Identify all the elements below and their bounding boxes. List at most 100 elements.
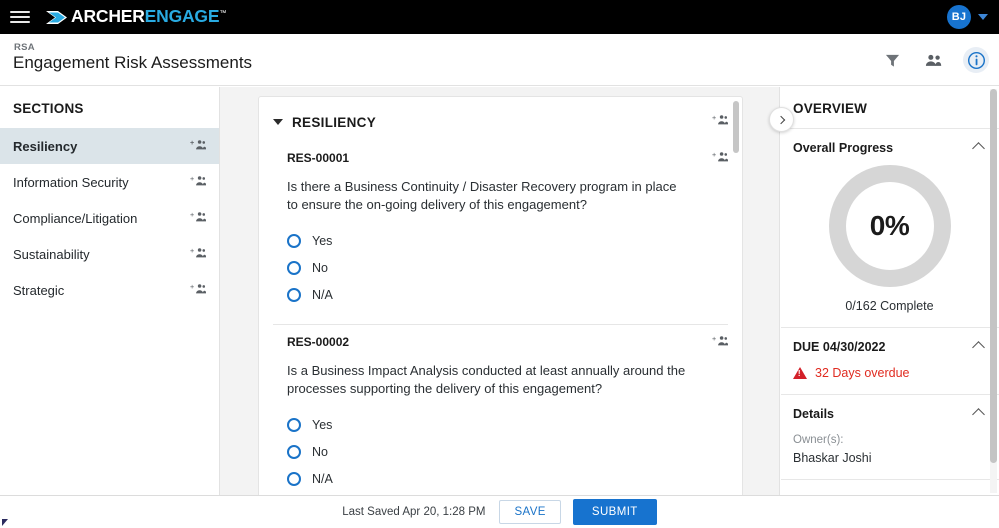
answer-options: Yes No N/A bbox=[287, 411, 728, 492]
radio-option-yes[interactable]: Yes bbox=[287, 227, 728, 254]
sidebar-item-label: Compliance/Litigation bbox=[13, 210, 138, 226]
radio-label: N/A bbox=[312, 471, 333, 486]
radio-option-yes[interactable]: Yes bbox=[287, 411, 728, 438]
logo-archer-text: ARCHER bbox=[71, 6, 145, 27]
top-navigation-bar: ARCHERENGAGE™ BJ bbox=[0, 0, 999, 34]
add-people-icon[interactable]: + bbox=[712, 150, 729, 168]
question-text: Is a Business Impact Analysis conducted … bbox=[287, 363, 686, 396]
radio-button[interactable] bbox=[287, 260, 301, 275]
chevron-up-icon[interactable] bbox=[972, 407, 985, 421]
chevron-down-icon[interactable] bbox=[978, 14, 988, 20]
warning-icon bbox=[793, 367, 807, 379]
sidebar-item-strategic[interactable]: Strategic + bbox=[0, 272, 219, 308]
chevron-up-icon[interactable] bbox=[972, 141, 985, 155]
mouse-cursor bbox=[2, 519, 8, 526]
radio-button[interactable] bbox=[287, 444, 301, 459]
breadcrumb: RSA bbox=[14, 42, 35, 53]
sidebar-item-sustainability[interactable]: Sustainability + bbox=[0, 236, 219, 272]
sidebar-item-label: Resiliency bbox=[13, 138, 78, 154]
radio-button[interactable] bbox=[287, 471, 301, 486]
questionnaire-content: RESILIENCY + RES-00001 + Is there a Busi… bbox=[220, 87, 780, 500]
archer-arrow-icon bbox=[46, 10, 67, 24]
answer-options: Yes No N/A bbox=[287, 227, 728, 308]
add-people-icon[interactable]: + bbox=[190, 282, 207, 298]
info-icon[interactable] bbox=[963, 47, 989, 73]
logo-trademark: ™ bbox=[219, 10, 227, 18]
page-title: Engagement Risk Assessments bbox=[13, 53, 253, 72]
radio-label: Yes bbox=[312, 233, 333, 248]
progress-title: Overall Progress bbox=[793, 141, 894, 155]
sidebar-item-compliance-litigation[interactable]: Compliance/Litigation + bbox=[0, 200, 219, 236]
save-button[interactable]: SAVE bbox=[499, 500, 561, 524]
due-date-title: DUE 04/30/2022 bbox=[793, 340, 886, 354]
add-people-icon[interactable]: + bbox=[190, 246, 207, 262]
people-icon[interactable] bbox=[921, 47, 947, 73]
sidebar-item-information-security[interactable]: Information Security + bbox=[0, 164, 219, 200]
svg-text:+: + bbox=[190, 283, 194, 291]
content-scrollbar[interactable] bbox=[733, 101, 739, 497]
owner-label: Owner(s): bbox=[793, 434, 844, 446]
sidebar-item-label: Strategic bbox=[13, 282, 65, 298]
chevron-down-icon[interactable] bbox=[273, 119, 283, 125]
logo-engage-text: ENGAGE bbox=[144, 6, 220, 27]
details-block: Details Owner(s): Bhaskar Joshi bbox=[781, 395, 999, 480]
section-title: RESILIENCY bbox=[292, 114, 377, 130]
owner-value: Bhaskar Joshi bbox=[793, 451, 872, 465]
svg-text:+: + bbox=[712, 114, 716, 122]
overview-heading: OVERVIEW bbox=[781, 87, 999, 129]
panel-scrollbar[interactable] bbox=[990, 89, 997, 493]
action-bar: Last Saved Apr 20, 1:28 PM SAVE SUBMIT bbox=[0, 495, 999, 528]
hamburger-menu-icon[interactable] bbox=[10, 9, 30, 25]
scrollbar-thumb[interactable] bbox=[733, 101, 739, 153]
question-item: RES-00001 + Is there a Business Continui… bbox=[259, 141, 742, 324]
radio-option-no[interactable]: No bbox=[287, 438, 728, 465]
radio-label: N/A bbox=[312, 287, 333, 302]
radio-option-na[interactable]: N/A bbox=[287, 465, 728, 492]
radio-button[interactable] bbox=[287, 233, 301, 248]
due-date-block: DUE 04/30/2022 32 Days overdue bbox=[781, 328, 999, 395]
radio-label: No bbox=[312, 260, 328, 275]
avatar[interactable]: BJ bbox=[947, 5, 971, 29]
sidebar-heading: SECTIONS bbox=[13, 101, 84, 116]
panel-collapse-toggle[interactable] bbox=[769, 107, 794, 132]
question-text: Is there a Business Continuity / Disaste… bbox=[287, 179, 677, 212]
radio-button[interactable] bbox=[287, 417, 301, 432]
page-header: RSA Engagement Risk Assessments bbox=[0, 34, 999, 86]
filter-icon[interactable] bbox=[879, 47, 905, 73]
radio-option-no[interactable]: No bbox=[287, 254, 728, 281]
progress-complete-label: 0/162 Complete bbox=[845, 299, 934, 313]
radio-option-na[interactable]: N/A bbox=[287, 281, 728, 308]
chevron-up-icon[interactable] bbox=[972, 340, 985, 354]
add-people-icon[interactable]: + bbox=[190, 210, 207, 226]
radio-label: No bbox=[312, 444, 328, 459]
add-people-icon[interactable]: + bbox=[190, 138, 207, 154]
chevron-right-icon bbox=[776, 115, 785, 124]
overdue-status: 32 Days overdue bbox=[793, 366, 986, 380]
add-people-icon[interactable]: + bbox=[712, 113, 729, 131]
question-item: RES-00002 + Is a Business Impact Analysi… bbox=[259, 325, 742, 499]
sidebar-item-label: Information Security bbox=[13, 174, 129, 190]
scrollbar-thumb[interactable] bbox=[990, 89, 997, 463]
header-actions bbox=[879, 34, 989, 86]
overall-progress-block: Overall Progress 0% 0/162 Complete bbox=[781, 129, 999, 328]
question-id: RES-00002 bbox=[287, 335, 350, 349]
radio-label: Yes bbox=[312, 417, 333, 432]
submit-button[interactable]: SUBMIT bbox=[572, 499, 657, 525]
archer-engage-logo[interactable]: ARCHERENGAGE™ bbox=[46, 8, 226, 26]
question-id: RES-00001 bbox=[287, 151, 350, 165]
add-people-icon[interactable]: + bbox=[190, 174, 207, 190]
section-header: RESILIENCY + bbox=[259, 97, 742, 141]
progress-donut-chart: 0% bbox=[793, 165, 986, 287]
user-menu[interactable]: BJ bbox=[947, 0, 991, 34]
svg-text:+: + bbox=[190, 139, 194, 147]
radio-button[interactable] bbox=[287, 287, 301, 302]
app-window: ARCHERENGAGE™ BJ RSA Engagement Risk Ass… bbox=[0, 0, 999, 528]
add-people-icon[interactable]: + bbox=[712, 334, 729, 352]
sections-sidebar: SECTIONS Resiliency + Information Securi… bbox=[0, 87, 220, 495]
sidebar-item-resiliency[interactable]: Resiliency + bbox=[0, 128, 219, 164]
svg-text:+: + bbox=[712, 151, 716, 159]
last-saved-text: Last Saved Apr 20, 1:28 PM bbox=[342, 506, 486, 518]
svg-text:+: + bbox=[712, 335, 716, 343]
overview-panel: OVERVIEW Overall Progress 0% 0/162 Compl… bbox=[781, 87, 999, 495]
section-card: RESILIENCY + RES-00001 + Is there a Busi… bbox=[258, 96, 743, 500]
